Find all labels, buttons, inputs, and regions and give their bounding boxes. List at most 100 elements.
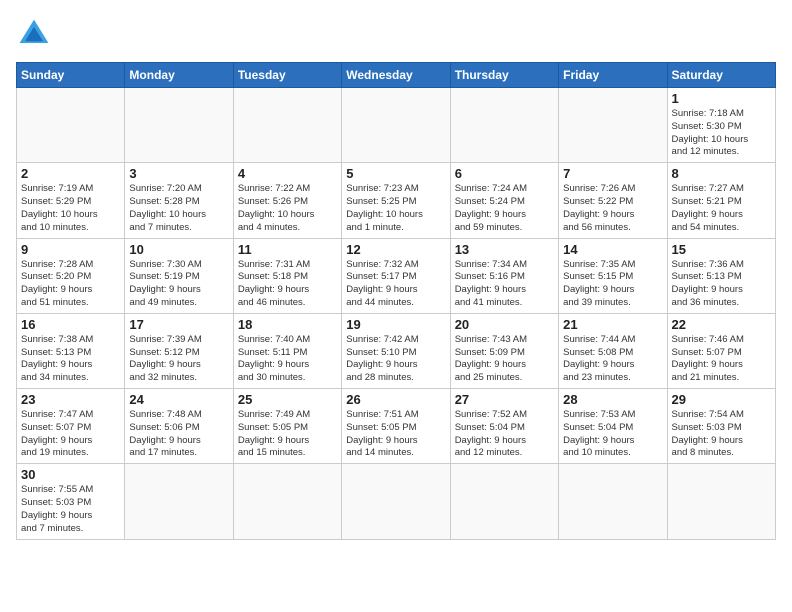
calendar-cell: 12 Sunrise: 7:32 AM Sunset: 5:17 PM Dayli… [342,238,450,313]
calendar-cell [559,88,667,163]
calendar-cell: 13 Sunrise: 7:34 AM Sunset: 5:16 PM Dayli… [450,238,558,313]
day-info: Sunrise: 7:40 AM Sunset: 5:11 PM Dayligh… [238,334,337,385]
day-info: Sunrise: 7:44 AM Sunset: 5:08 PM Dayligh… [563,334,662,385]
day-number: 19 [346,317,445,332]
day-number: 8 [672,166,771,181]
calendar-cell [17,88,125,163]
weekday-header-row: SundayMondayTuesdayWednesdayThursdayFrid… [17,63,776,88]
calendar-cell: 4 Sunrise: 7:22 AM Sunset: 5:26 PM Daylig… [233,163,341,238]
day-number: 12 [346,242,445,257]
day-number: 23 [21,392,120,407]
calendar-cell: 3Sunrise: 7:20 AM Sunset: 5:28 PM Daylig… [125,163,233,238]
day-info: Sunrise: 7:48 AM Sunset: 5:06 PM Dayligh… [129,409,228,460]
calendar-cell: 17 Sunrise: 7:39 AM Sunset: 5:12 PM Dayli… [125,313,233,388]
calendar-cell: 14 Sunrise: 7:35 AM Sunset: 5:15 PM Dayli… [559,238,667,313]
calendar-cell: 11Sunrise: 7:31 AM Sunset: 5:18 PM Dayli… [233,238,341,313]
day-info: Sunrise: 7:24 AM Sunset: 5:24 PM Dayligh… [455,183,554,234]
day-info: Sunrise: 7:35 AM Sunset: 5:15 PM Dayligh… [563,259,662,310]
day-number: 15 [672,242,771,257]
day-number: 13 [455,242,554,257]
day-info: Sunrise: 7:27 AM Sunset: 5:21 PM Dayligh… [672,183,771,234]
calendar-cell: 8 Sunrise: 7:27 AM Sunset: 5:21 PM Daylig… [667,163,775,238]
calendar-cell [233,464,341,539]
day-info: Sunrise: 7:52 AM Sunset: 5:04 PM Dayligh… [455,409,554,460]
calendar-cell [125,88,233,163]
weekday-header-sunday: Sunday [17,63,125,88]
calendar-week-5: 23 Sunrise: 7:47 AM Sunset: 5:07 PM Dayli… [17,389,776,464]
day-info: Sunrise: 7:43 AM Sunset: 5:09 PM Dayligh… [455,334,554,385]
logo-icon [16,16,52,52]
calendar-cell [342,88,450,163]
calendar-week-3: 9 Sunrise: 7:28 AM Sunset: 5:20 PM Daylig… [17,238,776,313]
day-number: 2 [21,166,120,181]
calendar-cell [125,464,233,539]
day-number: 28 [563,392,662,407]
day-number: 5 [346,166,445,181]
day-info: Sunrise: 7:28 AM Sunset: 5:20 PM Dayligh… [21,259,120,310]
day-number: 3 [129,166,228,181]
day-info: Sunrise: 7:34 AM Sunset: 5:16 PM Dayligh… [455,259,554,310]
day-number: 17 [129,317,228,332]
day-info: Sunrise: 7:36 AM Sunset: 5:13 PM Dayligh… [672,259,771,310]
calendar-cell: 18Sunrise: 7:40 AM Sunset: 5:11 PM Dayli… [233,313,341,388]
day-number: 25 [238,392,337,407]
day-info: Sunrise: 7:39 AM Sunset: 5:12 PM Dayligh… [129,334,228,385]
day-number: 16 [21,317,120,332]
calendar-week-6: 30Sunrise: 7:55 AM Sunset: 5:03 PM Dayli… [17,464,776,539]
day-info: Sunrise: 7:19 AM Sunset: 5:29 PM Dayligh… [21,183,120,234]
calendar-cell: 1 Sunrise: 7:18 AM Sunset: 5:30 PM Daylig… [667,88,775,163]
weekday-header-tuesday: Tuesday [233,63,341,88]
day-number: 14 [563,242,662,257]
calendar-week-4: 16 Sunrise: 7:38 AM Sunset: 5:13 PM Dayli… [17,313,776,388]
calendar-cell: 6 Sunrise: 7:24 AM Sunset: 5:24 PM Daylig… [450,163,558,238]
calendar-cell: 7Sunrise: 7:26 AM Sunset: 5:22 PM Daylig… [559,163,667,238]
day-number: 22 [672,317,771,332]
calendar-cell: 29Sunrise: 7:54 AM Sunset: 5:03 PM Dayli… [667,389,775,464]
calendar-cell [233,88,341,163]
calendar-cell: 15 Sunrise: 7:36 AM Sunset: 5:13 PM Dayli… [667,238,775,313]
day-number: 1 [672,91,771,106]
calendar-cell [559,464,667,539]
weekday-header-monday: Monday [125,63,233,88]
calendar-week-1: 1 Sunrise: 7:18 AM Sunset: 5:30 PM Daylig… [17,88,776,163]
calendar-cell: 20 Sunrise: 7:43 AM Sunset: 5:09 PM Dayli… [450,313,558,388]
calendar-cell: 26 Sunrise: 7:51 AM Sunset: 5:05 PM Dayli… [342,389,450,464]
day-info: Sunrise: 7:22 AM Sunset: 5:26 PM Dayligh… [238,183,337,234]
day-number: 21 [563,317,662,332]
day-number: 20 [455,317,554,332]
logo [16,16,56,52]
day-number: 6 [455,166,554,181]
calendar-table: SundayMondayTuesdayWednesdayThursdayFrid… [16,62,776,540]
day-info: Sunrise: 7:46 AM Sunset: 5:07 PM Dayligh… [672,334,771,385]
day-info: Sunrise: 7:54 AM Sunset: 5:03 PM Dayligh… [672,409,771,460]
day-number: 9 [21,242,120,257]
day-number: 24 [129,392,228,407]
calendar-cell: 24 Sunrise: 7:48 AM Sunset: 5:06 PM Dayli… [125,389,233,464]
day-info: Sunrise: 7:47 AM Sunset: 5:07 PM Dayligh… [21,409,120,460]
calendar-cell [667,464,775,539]
calendar-cell: 2 Sunrise: 7:19 AM Sunset: 5:29 PM Daylig… [17,163,125,238]
weekday-header-friday: Friday [559,63,667,88]
day-info: Sunrise: 7:23 AM Sunset: 5:25 PM Dayligh… [346,183,445,234]
weekday-header-wednesday: Wednesday [342,63,450,88]
day-number: 26 [346,392,445,407]
day-number: 27 [455,392,554,407]
day-info: Sunrise: 7:30 AM Sunset: 5:19 PM Dayligh… [129,259,228,310]
day-info: Sunrise: 7:51 AM Sunset: 5:05 PM Dayligh… [346,409,445,460]
day-number: 4 [238,166,337,181]
day-info: Sunrise: 7:49 AM Sunset: 5:05 PM Dayligh… [238,409,337,460]
day-info: Sunrise: 7:53 AM Sunset: 5:04 PM Dayligh… [563,409,662,460]
day-number: 11 [238,242,337,257]
calendar-cell: 27 Sunrise: 7:52 AM Sunset: 5:04 PM Dayli… [450,389,558,464]
weekday-header-saturday: Saturday [667,63,775,88]
calendar-cell [450,88,558,163]
day-info: Sunrise: 7:18 AM Sunset: 5:30 PM Dayligh… [672,108,771,159]
calendar-cell [450,464,558,539]
day-number: 30 [21,467,120,482]
day-info: Sunrise: 7:32 AM Sunset: 5:17 PM Dayligh… [346,259,445,310]
calendar-cell: 30Sunrise: 7:55 AM Sunset: 5:03 PM Dayli… [17,464,125,539]
day-info: Sunrise: 7:38 AM Sunset: 5:13 PM Dayligh… [21,334,120,385]
calendar-cell: 25 Sunrise: 7:49 AM Sunset: 5:05 PM Dayli… [233,389,341,464]
page-header [16,16,776,52]
weekday-header-thursday: Thursday [450,63,558,88]
